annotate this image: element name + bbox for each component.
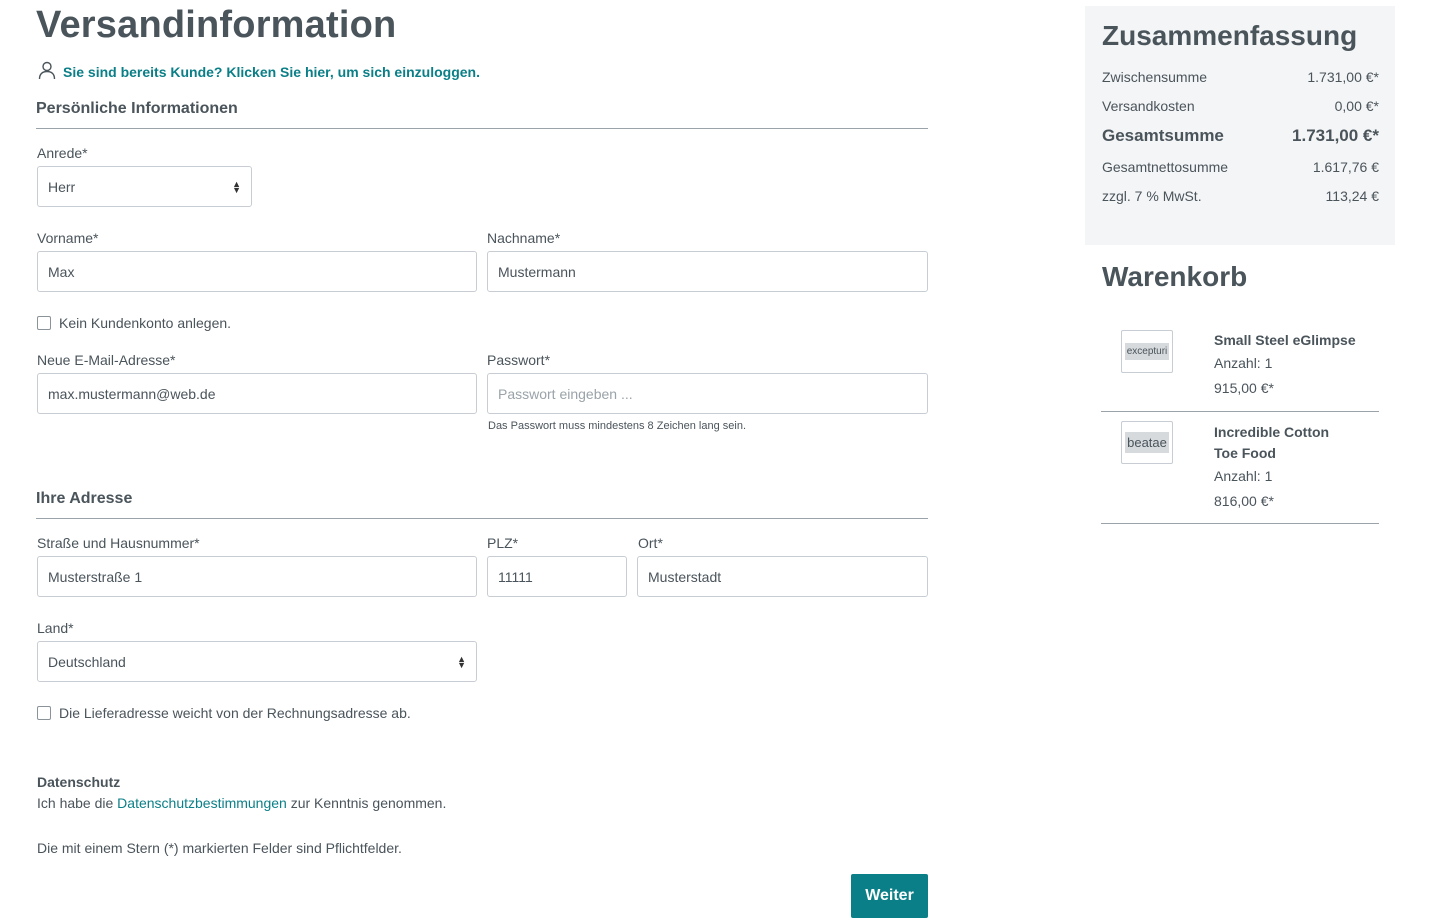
- sort-arrows-icon: ▲ ▼: [232, 178, 241, 195]
- email-label: Neue E-Mail-Adresse*: [37, 352, 176, 368]
- salutation-label: Anrede*: [37, 145, 88, 161]
- summary-row-shipping: Versandkosten 0,00 €*: [1102, 98, 1379, 114]
- summary-value: 1.731,00 €*: [1292, 126, 1379, 145]
- address-title: Ihre Adresse: [36, 490, 133, 507]
- privacy-text-before: Ich habe die: [37, 795, 118, 811]
- summary-label: Zwischensumme: [1102, 69, 1208, 85]
- product-quantity: Anzahl: 1: [1214, 355, 1273, 371]
- no-account-label: Kein Kundenkonto anlegen.: [59, 315, 232, 331]
- product-quantity: Anzahl: 1: [1214, 468, 1273, 484]
- password-hint: Das Passwort muss mindestens 8 Zeichen l…: [488, 420, 747, 432]
- cart-item-info: Small Steel eGlimpse Anzahl: 1 915,00 €*: [1214, 330, 1356, 401]
- different-shipping-checkbox[interactable]: [37, 706, 51, 720]
- no-account-checkbox[interactable]: [37, 316, 51, 330]
- product-thumbnail[interactable]: excepturi: [1121, 330, 1173, 373]
- zip-label: PLZ*: [487, 535, 519, 551]
- summary-row-subtotal: Zwischensumme 1.731,00 €*: [1102, 69, 1379, 85]
- street-label: Straße und Hausnummer*: [37, 535, 200, 551]
- personal-info-title: Persönliche Informationen: [36, 100, 238, 117]
- summary-value: 113,24 €: [1325, 188, 1379, 204]
- thumbnail-text: beatae: [1125, 432, 1169, 453]
- summary-value: 0,00 €*: [1334, 98, 1379, 114]
- password-label: Passwort*: [487, 352, 551, 368]
- summary-value: 1.731,00 €*: [1307, 69, 1379, 85]
- next-button[interactable]: Weiter: [851, 874, 928, 918]
- street-input[interactable]: [37, 556, 477, 597]
- divider: [36, 128, 928, 129]
- country-value: Deutschland: [48, 653, 126, 670]
- country-select[interactable]: Deutschland ▲ ▼: [37, 641, 477, 682]
- summary-title: Zusammenfassung: [1102, 20, 1358, 51]
- last-name-label: Nachname*: [487, 230, 561, 246]
- different-shipping-row[interactable]: Die Lieferadresse weicht von der Rechnun…: [37, 705, 411, 721]
- cart-item: beatae Incredible Cotton Toe Food Anzahl…: [1101, 412, 1379, 524]
- salutation-select[interactable]: Herr ▲ ▼: [37, 166, 252, 207]
- cart-item-info: Incredible Cotton Toe Food Anzahl: 1 816…: [1214, 422, 1354, 514]
- cart-title: Warenkorb: [1102, 261, 1248, 292]
- product-name[interactable]: Small Steel eGlimpse: [1214, 330, 1356, 351]
- thumbnail-text: excepturi: [1125, 343, 1169, 360]
- required-note: Die mit einem Stern (*) markierten Felde…: [37, 840, 402, 856]
- privacy-link[interactable]: Datenschutzbestimmungen: [117, 795, 287, 811]
- divider: [36, 518, 928, 519]
- summary-label: Gesamtnettosumme: [1102, 159, 1229, 175]
- privacy-text: Ich habe die Datenschutzbestimmungen zur…: [37, 795, 446, 811]
- product-thumbnail[interactable]: beatae: [1121, 421, 1173, 464]
- city-label: Ort*: [638, 535, 663, 551]
- zip-input[interactable]: [487, 556, 627, 597]
- sort-arrows-icon: ▲ ▼: [457, 653, 466, 670]
- privacy-text-after: zur Kenntnis genommen.: [286, 795, 447, 811]
- salutation-value: Herr: [48, 178, 76, 195]
- email-input[interactable]: [37, 373, 477, 414]
- summary-label: Gesamtsumme: [1102, 126, 1224, 145]
- page-title: Versandinformation: [36, 4, 397, 46]
- cart-item: excepturi Small Steel eGlimpse Anzahl: 1…: [1101, 318, 1379, 412]
- summary-row-total: Gesamtsumme 1.731,00 €*: [1102, 126, 1379, 146]
- summary-row-vat: zzgl. 7 % MwSt. 113,24 €: [1102, 188, 1379, 204]
- user-icon: [37, 60, 57, 83]
- country-label: Land*: [37, 620, 74, 636]
- login-link[interactable]: Sie sind bereits Kunde? Klicken Sie hier…: [37, 60, 480, 83]
- product-name[interactable]: Incredible Cotton Toe Food: [1214, 422, 1354, 464]
- summary-label: zzgl. 7 % MwSt.: [1102, 188, 1202, 204]
- login-link-text: Sie sind bereits Kunde? Klicken Sie hier…: [63, 63, 480, 80]
- privacy-title: Datenschutz: [37, 774, 121, 790]
- first-name-label: Vorname*: [37, 230, 99, 246]
- last-name-input[interactable]: [487, 251, 928, 292]
- product-price: 816,00 €*: [1214, 493, 1274, 509]
- product-price: 915,00 €*: [1214, 380, 1274, 396]
- password-input[interactable]: [487, 373, 928, 414]
- summary-value: 1.617,76 €: [1312, 159, 1379, 175]
- city-input[interactable]: [637, 556, 928, 597]
- summary-label: Versandkosten: [1102, 98, 1195, 114]
- summary-row-net: Gesamtnettosumme 1.617,76 €: [1102, 159, 1379, 175]
- first-name-input[interactable]: [37, 251, 477, 292]
- no-account-row[interactable]: Kein Kundenkonto anlegen.: [37, 315, 231, 331]
- different-shipping-label: Die Lieferadresse weicht von der Rechnun…: [59, 705, 411, 721]
